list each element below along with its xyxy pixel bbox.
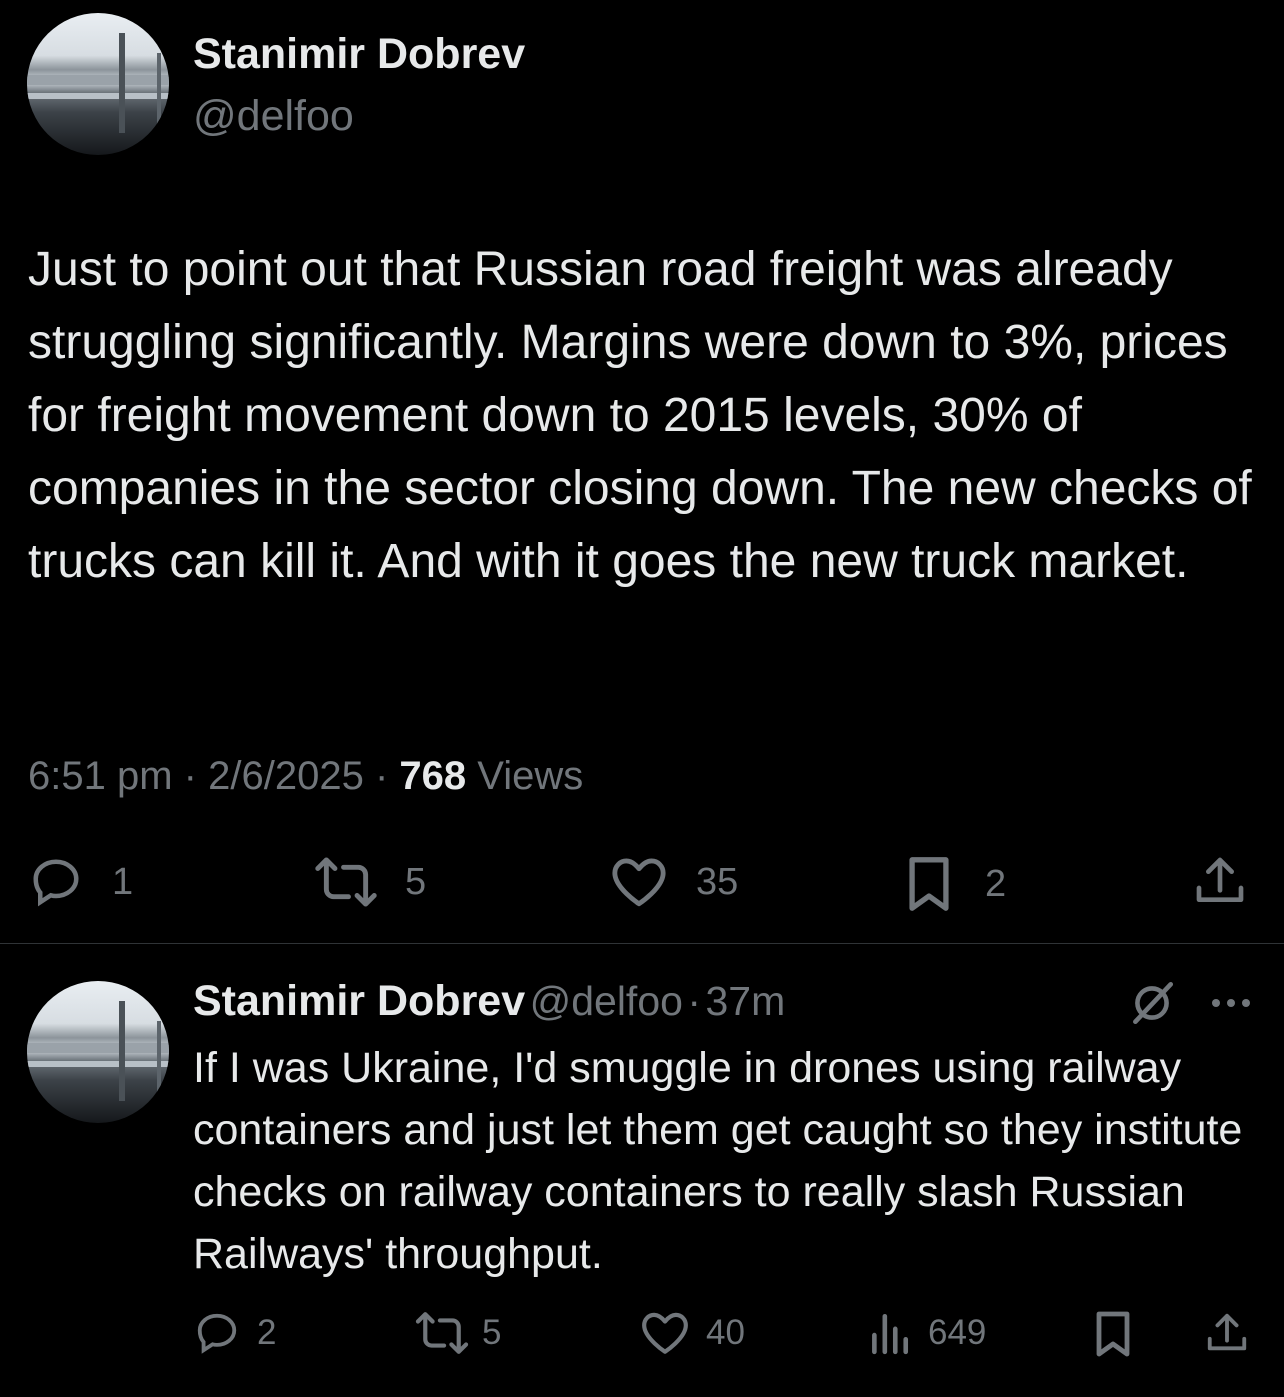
like-button[interactable]: 35 bbox=[610, 855, 738, 909]
views-icon bbox=[868, 1310, 910, 1356]
divider bbox=[0, 943, 1284, 944]
tweet-time[interactable]: 6:51 pm bbox=[28, 754, 173, 798]
views-count: 649 bbox=[928, 1313, 987, 1352]
reply-button[interactable]: 1 bbox=[28, 855, 133, 909]
meta-separator: · bbox=[687, 978, 702, 1024]
author-name[interactable]: Stanimir Dobrev bbox=[193, 977, 525, 1025]
reply-count: 1 bbox=[112, 860, 134, 903]
more-icon[interactable] bbox=[1210, 996, 1252, 1014]
views-button[interactable]: 649 bbox=[868, 1310, 986, 1356]
bookmark-button[interactable] bbox=[1092, 1310, 1134, 1358]
avatar[interactable] bbox=[27, 981, 169, 1123]
reply-button[interactable]: 2 bbox=[193, 1310, 276, 1356]
tweet-text: Just to point out that Russian road frei… bbox=[28, 243, 1252, 588]
share-button[interactable] bbox=[1192, 853, 1248, 909]
repost-button[interactable]: 5 bbox=[313, 855, 426, 909]
repost-icon bbox=[313, 855, 379, 909]
meta-separator: · bbox=[374, 754, 389, 798]
bookmark-icon bbox=[903, 855, 955, 913]
reply-icon bbox=[28, 855, 84, 909]
author-handle[interactable]: @delfoo bbox=[193, 92, 354, 141]
like-icon bbox=[610, 855, 668, 909]
repost-icon bbox=[414, 1310, 470, 1356]
bookmark-button[interactable]: 2 bbox=[903, 855, 1006, 913]
tweet-date[interactable]: 2/6/2025 bbox=[208, 754, 364, 798]
like-icon bbox=[640, 1310, 690, 1356]
bookmark-icon bbox=[1092, 1310, 1134, 1358]
grok-icon[interactable] bbox=[1127, 980, 1177, 1031]
reply-icon bbox=[193, 1310, 241, 1356]
like-button[interactable]: 40 bbox=[640, 1310, 745, 1356]
avatar[interactable] bbox=[27, 13, 169, 155]
reply-text: If I was Ukraine, I'd smuggle in drones … bbox=[193, 1044, 1243, 1278]
bookmark-count: 2 bbox=[985, 862, 1007, 905]
repost-button[interactable]: 5 bbox=[414, 1310, 501, 1356]
author-handle[interactable]: @delfoo bbox=[530, 978, 683, 1024]
tweet-age[interactable]: 37m bbox=[706, 978, 786, 1024]
reply-count: 2 bbox=[257, 1313, 277, 1352]
views-count: 768 bbox=[399, 754, 467, 798]
repost-count: 5 bbox=[482, 1313, 502, 1352]
repost-count: 5 bbox=[405, 860, 427, 903]
share-button[interactable] bbox=[1204, 1309, 1250, 1357]
share-icon bbox=[1204, 1309, 1250, 1357]
author-name[interactable]: Stanimir Dobrev bbox=[193, 30, 525, 79]
views-label: Views bbox=[477, 754, 584, 798]
tweet-meta: 6:51 pm · 2/6/2025 · 768 Views bbox=[28, 754, 583, 799]
meta-separator: · bbox=[183, 754, 197, 798]
like-count: 35 bbox=[696, 860, 739, 903]
share-icon bbox=[1192, 853, 1248, 909]
reply-header: Stanimir Dobrev @delfoo · 37m bbox=[193, 977, 785, 1026]
like-count: 40 bbox=[706, 1313, 745, 1352]
